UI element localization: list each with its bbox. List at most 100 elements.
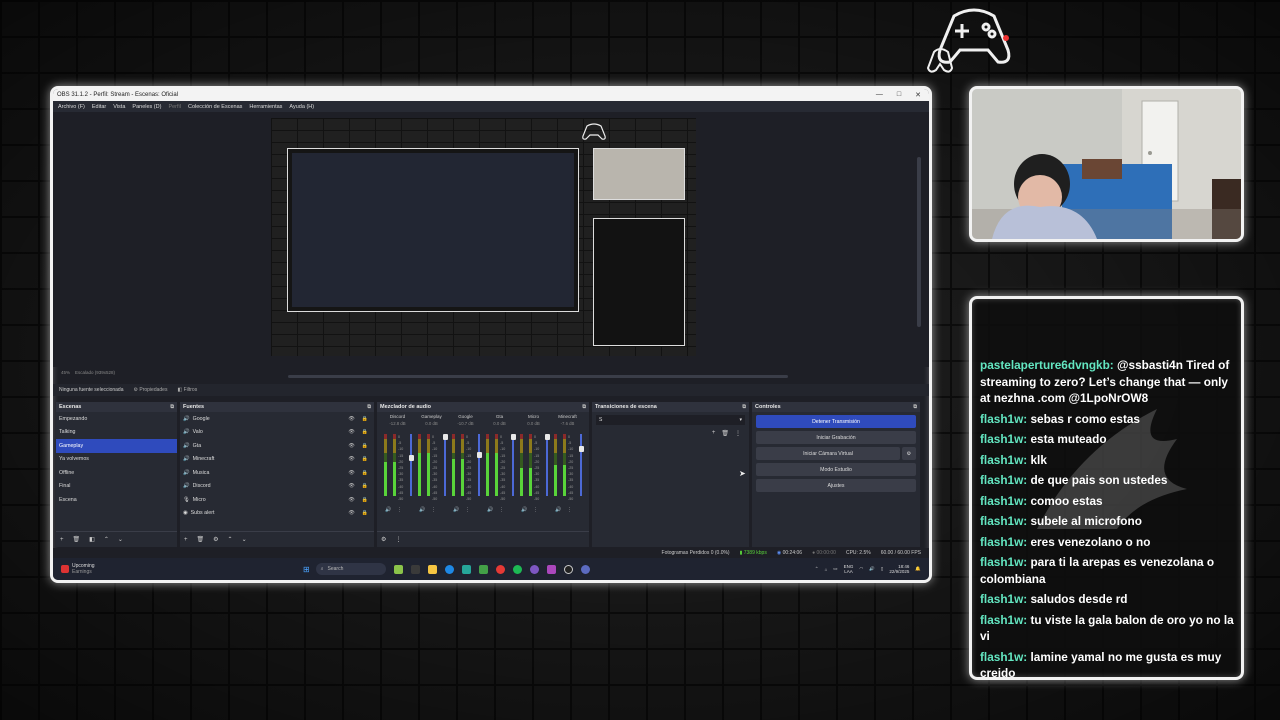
menu-coleccion[interactable]: Colección de Escenas (188, 104, 242, 110)
source-item[interactable]: 🔊 Musica 👁 🔒 (180, 466, 374, 480)
scene-item[interactable]: Offline (56, 466, 177, 480)
eye-icon[interactable]: 👁 (348, 470, 354, 476)
lock-icon[interactable]: 🔒 (362, 510, 368, 516)
lock-icon[interactable]: 🔒 (362, 429, 368, 435)
speaker-icon[interactable]: 🔊 (555, 507, 561, 513)
properties-button[interactable]: ⚙ Propiedades (134, 387, 168, 393)
eye-icon[interactable]: 👁 (348, 429, 354, 435)
language-indicator[interactable]: ENG LAA (844, 564, 854, 574)
menu-editar[interactable]: Editar (92, 104, 106, 110)
start-virtual-camera-button[interactable]: Iniciar Cámara Virtual (756, 447, 900, 460)
dock-settings-icon[interactable]: ⧉ (582, 404, 586, 410)
wifi-icon[interactable]: ◠ (859, 566, 863, 572)
lock-icon[interactable]: 🔒 (362, 456, 368, 462)
volume-fader[interactable] (510, 434, 516, 496)
menu-paneles[interactable]: Paneles (D) (132, 104, 161, 110)
volume-fader[interactable] (544, 434, 550, 496)
lock-icon[interactable]: 🔒 (362, 443, 368, 449)
store-icon[interactable] (461, 564, 471, 574)
close-button[interactable]: ✕ (915, 91, 921, 99)
speaker-icon[interactable]: 🔊 (487, 507, 493, 513)
chevron-up-icon[interactable]: ⌃ (228, 536, 233, 543)
volume-fader[interactable] (476, 434, 482, 496)
scene-item[interactable]: Ya volvemos (56, 453, 177, 467)
menu-perfil[interactable]: Perfil (168, 104, 181, 110)
battery-status-icon[interactable]: ▯ (881, 566, 883, 572)
discord-icon[interactable] (529, 564, 539, 574)
source-item[interactable]: 🔊 Gta 👁 🔒 (180, 439, 374, 453)
stop-stream-button[interactable]: Detener Transmisión (756, 415, 916, 428)
more-icon[interactable]: ⋮ (499, 507, 504, 513)
maximize-button[interactable]: □ (897, 91, 901, 99)
preview-scrollbar-vertical[interactable] (917, 157, 921, 327)
weather-widget[interactable]: Upcoming Earnings (53, 563, 303, 575)
scene-item[interactable]: Talking (56, 426, 177, 440)
app-icon[interactable] (546, 564, 556, 574)
scene-item[interactable]: Final (56, 480, 177, 494)
bell-icon[interactable]: 🔔 (915, 566, 921, 572)
scene-item[interactable]: Empezando (56, 412, 177, 426)
trash-icon[interactable]: 🗑 (73, 536, 81, 543)
fader-handle[interactable] (510, 434, 516, 440)
source-item[interactable]: 🔊 Valo 👁 🔒 (180, 426, 374, 440)
speaker-icon[interactable]: 🔊 (385, 507, 391, 513)
battery-icon[interactable]: ▭ (833, 566, 837, 572)
minecraft-icon[interactable] (478, 564, 488, 574)
chevron-down-icon[interactable]: ⌄ (118, 536, 123, 543)
menu-ayuda[interactable]: Ayuda (H) (289, 104, 314, 110)
lock-icon[interactable]: 🔒 (362, 416, 368, 422)
speaker-icon[interactable]: 🔊 (521, 507, 527, 513)
windows-start-icon[interactable]: ⊞ (303, 565, 310, 574)
chevron-down-icon[interactable]: ⌄ (242, 536, 247, 543)
source-item[interactable]: 🎙 Micro 👁 🔒 (180, 493, 374, 507)
more-icon[interactable]: ⋮ (431, 507, 436, 513)
minimize-button[interactable]: — (876, 91, 883, 99)
fader-handle[interactable] (476, 451, 482, 458)
volume-fader[interactable] (442, 434, 448, 496)
chevron-up-icon[interactable]: ⌃ (104, 536, 109, 543)
scene-item-selected[interactable]: Gameplay (56, 439, 177, 453)
app-icon[interactable] (410, 564, 420, 574)
fader-handle[interactable] (408, 455, 414, 462)
preview-scrollbar-horizontal[interactable] (288, 375, 788, 378)
eye-icon[interactable]: 👁 (348, 416, 354, 422)
more-icon[interactable]: ⋮ (465, 507, 470, 513)
transition-select[interactable]: S ▾ (596, 415, 745, 425)
chevron-up-icon[interactable]: ⌃ (815, 566, 819, 572)
edge-icon[interactable] (444, 564, 454, 574)
clock[interactable]: 18:46 22/9/2025 (889, 564, 909, 574)
eye-icon[interactable]: 👁 (348, 443, 354, 449)
trash-icon[interactable]: 🗑 (197, 536, 205, 543)
source-item[interactable]: ◉ Subs alert 👁 🔒 (180, 507, 374, 521)
network-icon[interactable]: ⌂ (825, 567, 828, 572)
scene-item[interactable]: Escena (56, 493, 177, 507)
add-icon[interactable]: + (184, 537, 188, 543)
dock-settings-icon[interactable]: ⧉ (742, 404, 746, 410)
eye-icon[interactable]: 👁 (348, 456, 354, 462)
speaker-icon[interactable]: 🔊 (453, 507, 459, 513)
fader-handle[interactable] (442, 434, 448, 440)
more-icon[interactable]: ⋮ (533, 507, 538, 513)
volume-fader[interactable] (578, 434, 584, 496)
add-icon[interactable]: + (60, 537, 64, 543)
fader-handle[interactable] (578, 446, 584, 453)
settings-button[interactable]: Ajustes (756, 479, 916, 492)
volume-fader[interactable] (408, 434, 414, 496)
lock-icon[interactable]: 🔒 (362, 470, 368, 476)
trash-icon[interactable]: 🗑 (721, 430, 729, 437)
gear-icon[interactable]: ⚙ (213, 536, 218, 543)
more-icon[interactable]: ⋮ (397, 507, 402, 513)
source-item[interactable]: 🔊 Minecraft 👁 🔒 (180, 453, 374, 467)
dock-settings-icon[interactable]: ⧉ (367, 404, 371, 410)
eye-icon[interactable]: 👁 (348, 510, 354, 516)
filters-button[interactable]: ◧ Filtros (177, 387, 197, 393)
start-recording-button[interactable]: Iniciar Grabación (756, 431, 916, 444)
file-explorer-icon[interactable] (427, 564, 437, 574)
more-icon[interactable]: ⋮ (735, 430, 741, 437)
lock-icon[interactable]: 🔒 (362, 483, 368, 489)
browser-icon[interactable] (580, 564, 590, 574)
preview-canvas[interactable] (271, 118, 696, 356)
eye-icon[interactable]: 👁 (348, 483, 354, 489)
volume-icon[interactable]: 🔊 (869, 566, 875, 572)
lock-icon[interactable]: 🔒 (362, 497, 368, 503)
